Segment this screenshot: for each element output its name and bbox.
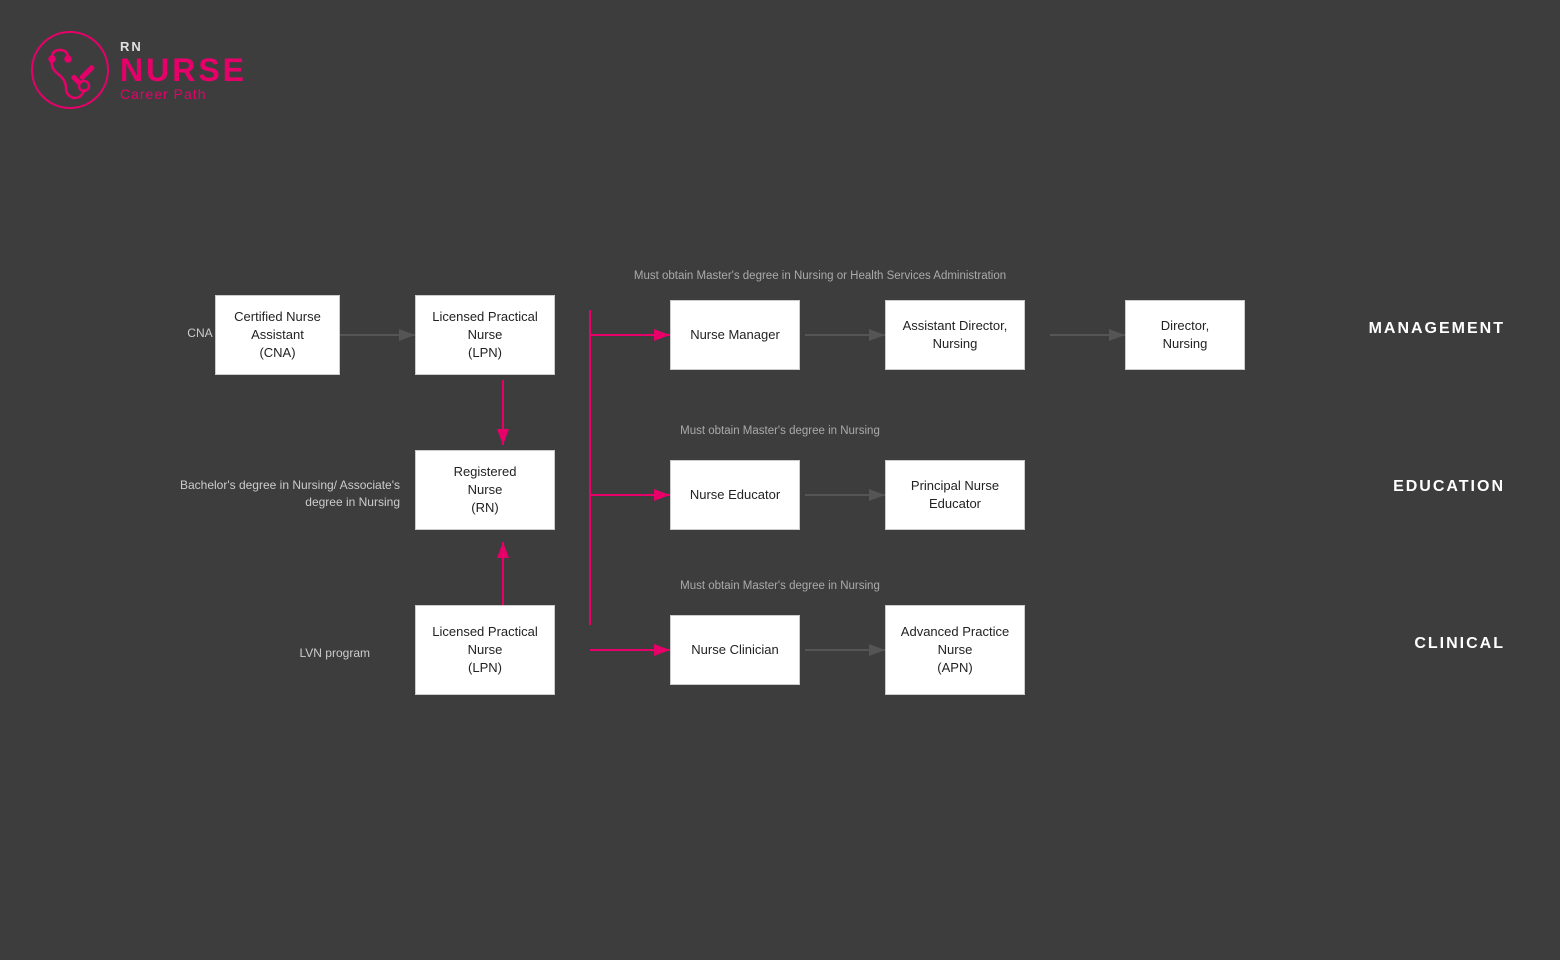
clinical-category: CLINICAL [1414, 635, 1505, 653]
principal-nurse-educator-node: Principal Nurse Educator [885, 460, 1025, 530]
nurse-clinician-node: Nurse Clinician [670, 615, 800, 685]
logo-career-label: Career Path [120, 86, 247, 102]
management-category: MANAGEMENT [1369, 320, 1505, 338]
cna-node: Certified Nurse Assistant (CNA) [215, 295, 340, 375]
logo-area: RN NURSE Career Path [30, 30, 247, 110]
nurse-manager-node: Nurse Manager [670, 300, 800, 370]
career-path-diagram: Must obtain Master's degree in Nursing o… [60, 230, 1500, 730]
apn-node: Advanced Practice Nurse (APN) [885, 605, 1025, 695]
clinical-annotation: Must obtain Master's degree in Nursing [620, 580, 940, 592]
nurse-educator-node: Nurse Educator [670, 460, 800, 530]
education-annotation: Must obtain Master's degree in Nursing [620, 425, 940, 437]
lpn-top-node: Licensed Practical Nurse (LPN) [415, 295, 555, 375]
bachelors-label: Bachelor's degree in Nursing/ Associate'… [150, 477, 400, 511]
logo-text: RN NURSE Career Path [120, 39, 247, 102]
assistant-director-node: Assistant Director, Nursing [885, 300, 1025, 370]
logo-nurse-label: NURSE [120, 54, 247, 86]
logo-icon [30, 30, 110, 110]
lvn-program-label: LVN program [260, 645, 370, 662]
education-category: EDUCATION [1393, 478, 1505, 496]
director-node: Director, Nursing [1125, 300, 1245, 370]
lpn-bottom-node: Licensed Practical Nurse (LPN) [415, 605, 555, 695]
rn-node: Registered Nurse (RN) [415, 450, 555, 530]
management-annotation: Must obtain Master's degree in Nursing o… [620, 270, 1020, 282]
